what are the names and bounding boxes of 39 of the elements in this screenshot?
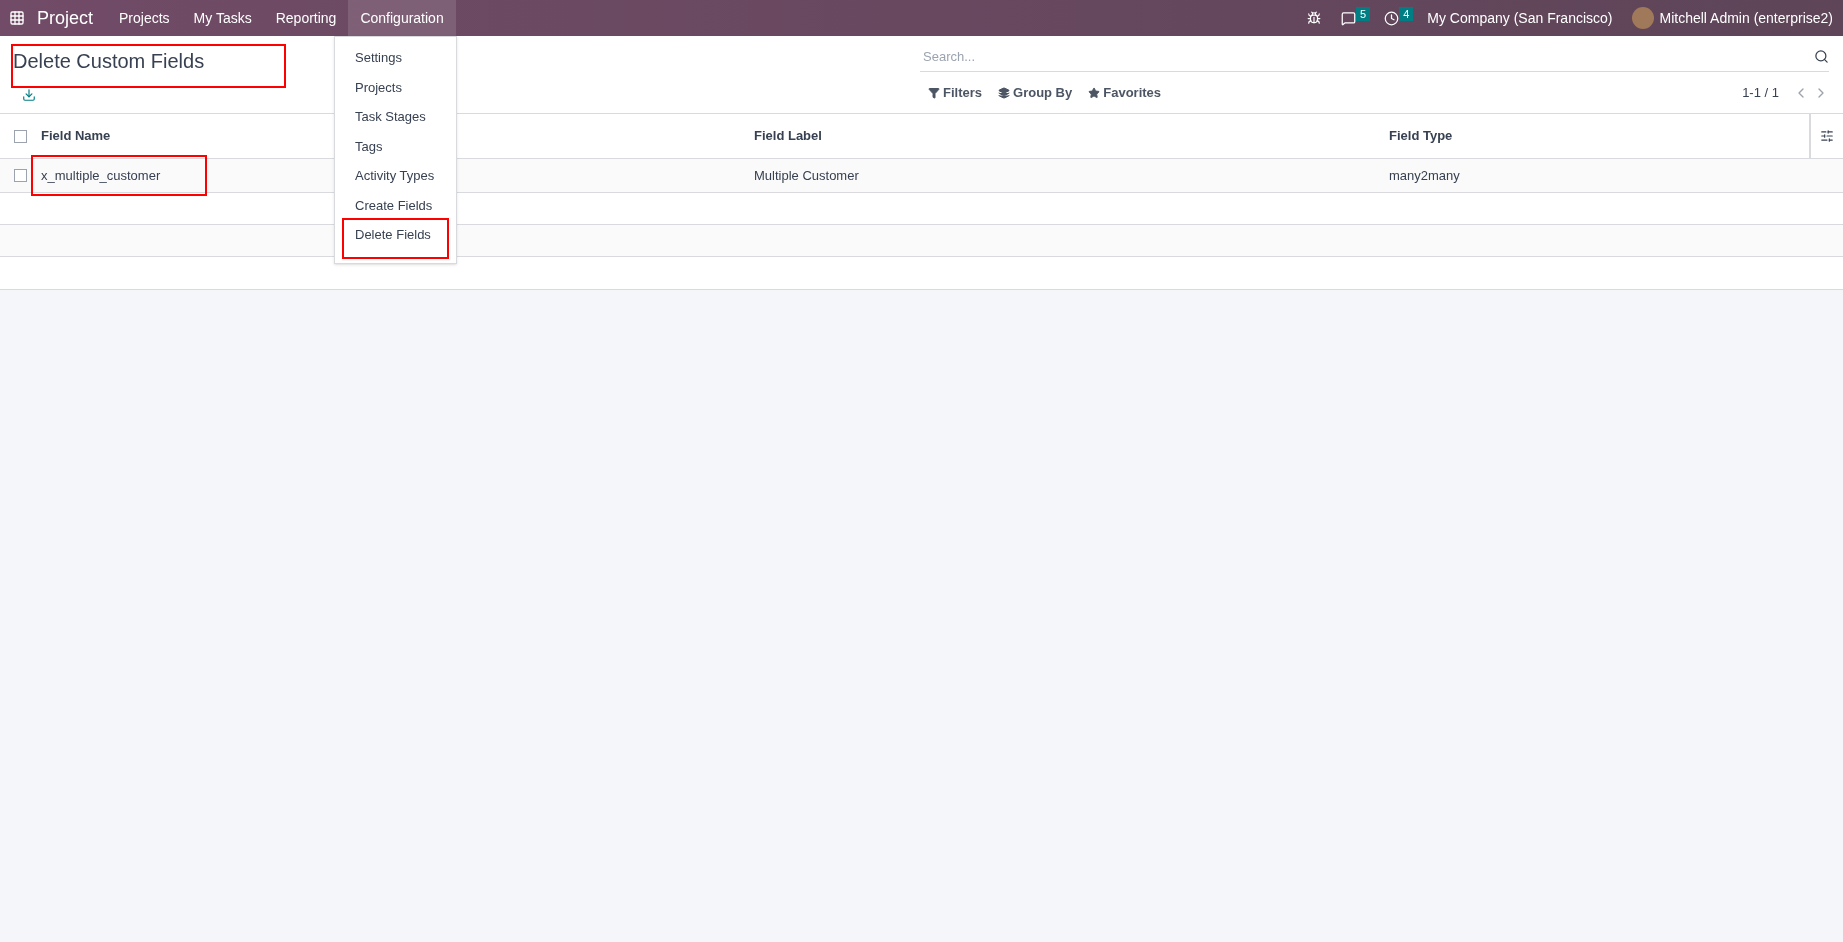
table-cell-text: Multiple Customer — [754, 166, 859, 185]
user-menu[interactable]: Mitchell Admin (enterprise2) — [1659, 7, 1833, 29]
table-cell-text: many2many — [1389, 166, 1460, 185]
download-icon[interactable] — [22, 88, 36, 102]
messages-count-badge: 5 — [1356, 7, 1371, 21]
column-header[interactable]: Field Label — [754, 126, 1389, 146]
dropdown-item[interactable]: Projects — [335, 72, 456, 102]
search-icon[interactable] — [1814, 49, 1829, 64]
page-title: Delete Custom Fields — [13, 46, 285, 86]
company-switcher[interactable]: My Company (San Francisco) — [1427, 7, 1613, 29]
search-field[interactable]: Search... — [920, 42, 1814, 71]
dropdown-item[interactable]: Activity Types — [335, 161, 456, 191]
select-all-checkbox[interactable] — [14, 129, 27, 143]
dropdown-item[interactable]: Tags — [335, 131, 456, 161]
dropdown-item[interactable]: Create Fields — [335, 190, 456, 220]
dropdown-item[interactable]: Task Stages — [335, 102, 456, 132]
search-option-icon — [998, 86, 1010, 99]
chat-icon[interactable] — [1341, 10, 1357, 26]
activities-count-badge: 4 — [1399, 7, 1414, 21]
search-option-button[interactable]: Group By — [990, 83, 1081, 103]
dropdown-item[interactable]: Settings — [335, 43, 456, 73]
dropdown-item[interactable]: Delete Fields — [344, 220, 447, 257]
nav-menu-item[interactable]: Reporting — [263, 0, 349, 36]
search-option-button[interactable]: Filters — [920, 83, 990, 103]
column-header[interactable]: Field Type — [1389, 126, 1809, 146]
nav-menu-item[interactable]: My Tasks — [181, 0, 264, 36]
search-option-icon — [928, 86, 940, 99]
row-checkbox[interactable] — [14, 169, 27, 182]
nav-menu-item[interactable]: Projects — [107, 0, 182, 36]
column-settings-icon[interactable] — [1820, 129, 1834, 143]
search-option-icon — [1088, 86, 1101, 99]
clock-icon[interactable] — [1384, 10, 1400, 26]
nav-menu-item[interactable]: Configuration — [348, 0, 456, 36]
pager-value: 1-1 / 1 — [1742, 84, 1779, 102]
table-cell: x_multiple_customer — [33, 156, 206, 195]
bug-icon[interactable] — [1307, 11, 1322, 25]
apps-menu-icon[interactable] — [9, 10, 25, 26]
search-option-button[interactable]: Favorites — [1080, 83, 1170, 103]
app-name[interactable]: Project — [37, 4, 94, 32]
